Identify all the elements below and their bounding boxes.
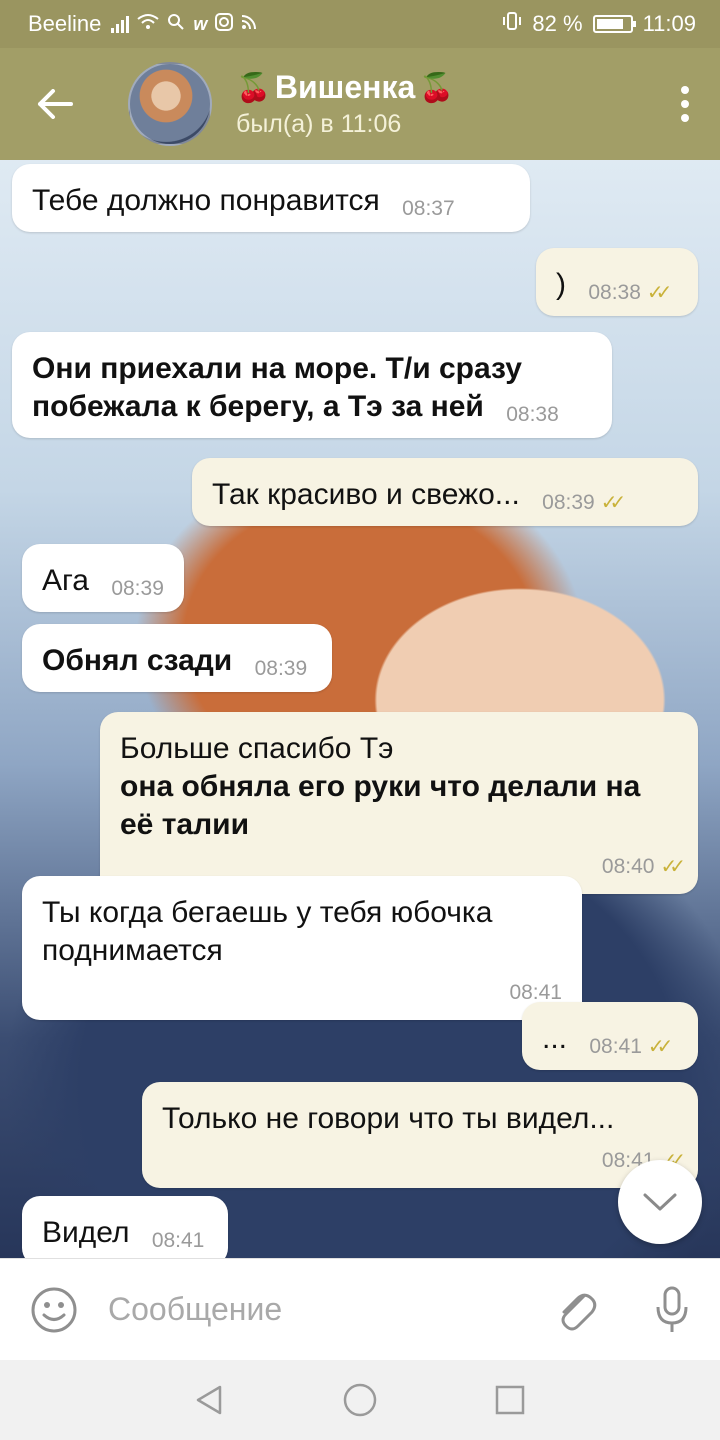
paperclip-icon xyxy=(561,1293,597,1330)
clock: 11:09 xyxy=(642,11,696,36)
message-outgoing[interactable]: ... 08:41 ✓✓ xyxy=(522,1002,698,1070)
microphone-button[interactable] xyxy=(624,1259,720,1361)
message-text: ... xyxy=(542,1022,568,1055)
back-button[interactable] xyxy=(0,48,110,160)
message-outgoing[interactable]: Больше спасибо Тэ она обняла его руки чт… xyxy=(100,712,698,894)
message-outgoing[interactable]: ) 08:38 ✓✓ xyxy=(536,248,698,316)
message-time: 08:39 xyxy=(111,577,164,600)
message-incoming[interactable]: Они приехали на море. Т/и сразу побежала… xyxy=(12,332,612,438)
emoji-button[interactable] xyxy=(0,1259,108,1361)
message-incoming[interactable]: Тебе должно понравится 08:37 xyxy=(12,164,530,232)
nav-back-button[interactable] xyxy=(190,1380,230,1420)
last-seen: был(а) в 11:06 xyxy=(236,110,402,138)
message-meta: 08:38 xyxy=(506,396,559,434)
message-outgoing[interactable]: Только не говори что ты видел... 08:41✓✓ xyxy=(142,1082,698,1188)
message-text: Они приехали на море. Т/и сразу побежала… xyxy=(32,352,522,423)
signal-icon xyxy=(111,15,130,33)
chevron-down-icon xyxy=(643,1193,677,1211)
message-meta: 08:39 xyxy=(255,650,308,688)
message-input[interactable] xyxy=(108,1291,528,1328)
attach-button[interactable] xyxy=(528,1259,624,1361)
message-meta: 08:37 xyxy=(402,190,455,228)
scroll-down-button[interactable] xyxy=(618,1160,702,1244)
battery-percent: 82 % xyxy=(532,11,583,36)
message-text: Видел xyxy=(42,1216,130,1249)
circle-home-icon xyxy=(343,1383,377,1417)
status-right: 82 % 11:09 xyxy=(502,11,696,37)
double-check-icon: ✓✓ xyxy=(600,492,626,514)
message-text: Тебе должно понравится xyxy=(32,184,380,217)
vk-icon: w xyxy=(193,13,208,34)
message-time: 08:41 xyxy=(151,1229,205,1252)
message-incoming[interactable]: Видел 08:41 xyxy=(22,1196,228,1258)
microphone-icon xyxy=(656,1286,688,1332)
status-icons: w xyxy=(111,12,257,36)
chat-title: 🍒 Вишенка 🍒 xyxy=(236,69,650,106)
message-meta: 08:39 xyxy=(111,570,164,608)
message-text: Ага xyxy=(42,564,89,597)
double-check-icon: ✓✓ xyxy=(647,1036,673,1058)
wifi-icon xyxy=(137,13,160,36)
message-time: 08:41 xyxy=(589,1035,642,1058)
message-time: 08:39 xyxy=(254,657,308,680)
message-time: 08:38 xyxy=(588,281,641,304)
message-text: Обнял сзади xyxy=(42,644,233,677)
message-meta: 08:38 ✓✓ xyxy=(588,274,672,312)
message-outgoing[interactable]: Так красиво и свежо... 08:39 ✓✓ xyxy=(192,458,698,526)
message-incoming[interactable]: Ага 08:39 xyxy=(22,544,184,612)
chat-title-text: Вишенка xyxy=(274,69,416,105)
cherry-icon: 🍒 xyxy=(419,72,455,103)
status-left: Beeline w xyxy=(28,11,257,37)
message-text: Ты когда бегаешь у тебя юбочка поднимает… xyxy=(42,896,493,967)
battery-icon xyxy=(592,15,636,33)
message-text: Больше спасибо Тэ xyxy=(120,732,394,765)
message-meta: 08:41✓✓ xyxy=(589,1028,673,1066)
message-meta: 08:39 ✓✓ xyxy=(542,484,626,522)
smile-icon xyxy=(31,1287,77,1332)
message-text-bold: она обняла его руки что делали на её тал… xyxy=(120,770,641,841)
message-text: ) xyxy=(556,268,566,301)
message-time: 08:38 xyxy=(506,403,559,426)
instagram-icon xyxy=(215,12,234,36)
message-meta: 08:41✓✓ xyxy=(162,1142,686,1180)
message-incoming[interactable]: Обнял сзади 08:39 xyxy=(22,624,332,692)
square-recents-icon xyxy=(495,1385,525,1415)
nav-recents-button[interactable] xyxy=(490,1380,530,1420)
message-incoming[interactable]: Ты когда бегаешь у тебя юбочка поднимает… xyxy=(22,876,582,1020)
message-text: Так красиво и свежо... xyxy=(212,478,520,511)
triangle-back-icon xyxy=(196,1385,222,1415)
message-time: 08:37 xyxy=(402,197,455,220)
message-text: Только не говори что ты видел... xyxy=(162,1102,615,1135)
message-meta: 08:41 xyxy=(42,974,562,1012)
double-check-icon: ✓✓ xyxy=(646,282,672,304)
chat-area[interactable]: Тебе должно понравится 08:37 ) 08:38 ✓✓ О… xyxy=(0,160,720,1258)
more-vertical-icon xyxy=(681,86,689,122)
search-icon xyxy=(167,13,185,36)
chat-title-block[interactable]: 🍒 Вишенка 🍒 был(а) в 11:06 xyxy=(236,69,650,139)
nav-home-button[interactable] xyxy=(340,1380,380,1420)
double-check-icon: ✓✓ xyxy=(660,856,685,878)
chat-header: 🍒 Вишенка 🍒 был(а) в 11:06 xyxy=(0,48,720,160)
message-time: 08:39 xyxy=(542,491,595,514)
avatar[interactable] xyxy=(128,62,212,146)
vibrate-icon xyxy=(502,11,522,37)
carrier-label: Beeline xyxy=(28,11,102,36)
message-meta: 08:41 xyxy=(152,1222,205,1258)
message-time: 08:40 xyxy=(601,855,655,878)
more-menu-button[interactable] xyxy=(650,48,720,160)
system-nav-bar xyxy=(0,1360,720,1440)
status-bar: Beeline w 82 % 11:09 xyxy=(0,0,720,48)
message-composer xyxy=(0,1258,720,1360)
rss-icon xyxy=(241,14,257,35)
arrow-left-icon xyxy=(38,89,73,119)
cherry-icon: 🍒 xyxy=(236,72,271,103)
